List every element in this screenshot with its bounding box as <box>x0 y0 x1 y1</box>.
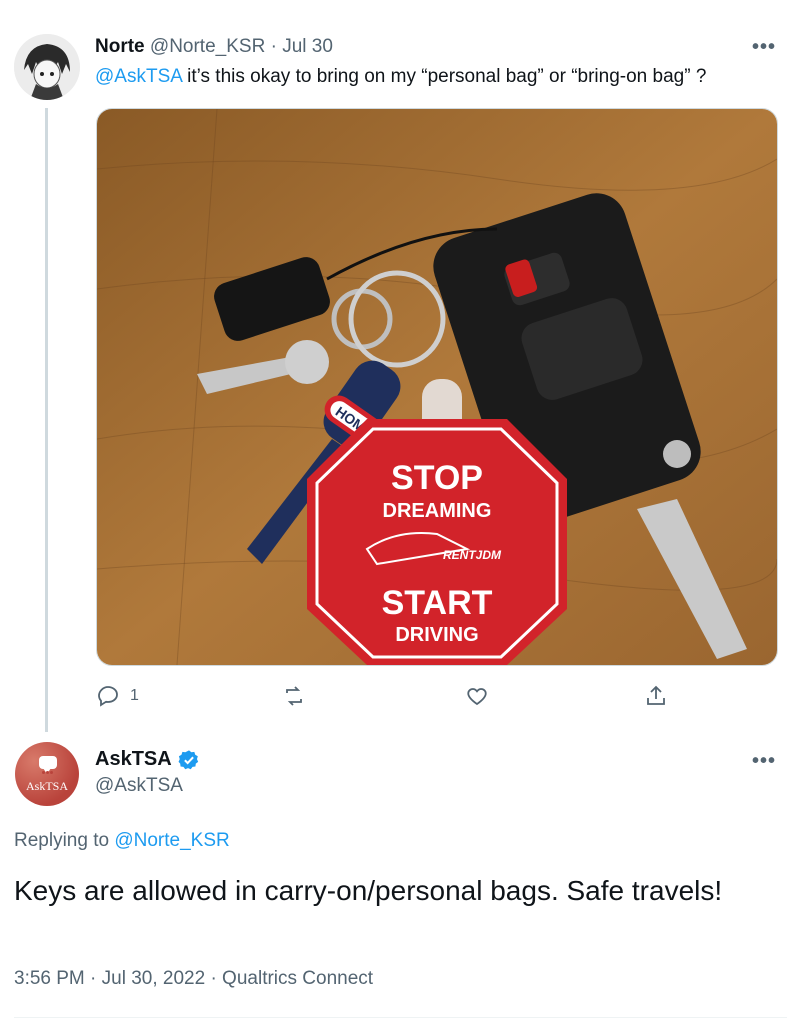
reply-text: Keys are allowed in carry-on/personal ba… <box>14 875 723 906</box>
stop-sign-keychain: STOP DREAMING RENTJDM START DRIVING <box>307 419 567 665</box>
thread-line <box>45 108 48 732</box>
reply-author: AskTSA <box>95 748 200 771</box>
author-avatar[interactable] <box>14 34 80 100</box>
retweet-button[interactable] <box>282 680 316 712</box>
divider <box>14 1017 787 1018</box>
replying-prefix: Replying to <box>14 830 115 851</box>
verified-badge-icon <box>178 749 198 769</box>
reply-icon <box>98 686 118 707</box>
asktsa-avatar[interactable]: AskTSA <box>15 742 79 806</box>
retweet-icon <box>286 686 302 706</box>
sign-brand: RENTJDM <box>443 548 502 562</box>
separator-dot: · <box>270 36 277 57</box>
author-name[interactable]: Norte <box>95 36 145 57</box>
share-icon <box>647 685 665 705</box>
sign-line-2: DREAMING <box>383 500 492 522</box>
sign-line-3: START <box>382 584 493 622</box>
reply-button[interactable]: 1 <box>96 680 139 712</box>
reply-timestamp[interactable]: 3:56 PM · Jul 30, 2022 · Qualtrics Conne… <box>14 968 373 990</box>
reply-more-options-button[interactable]: ••• <box>752 750 776 773</box>
replying-to: Replying to @Norte_KSR <box>14 830 230 852</box>
like-button[interactable] <box>465 680 499 712</box>
author-handle[interactable]: @Norte_KSR <box>150 36 265 57</box>
sign-line-1: STOP <box>391 459 483 497</box>
more-options-button[interactable]: ••• <box>752 36 776 59</box>
reply-author-name[interactable]: AskTSA <box>95 748 172 771</box>
tweet-body: it’s this okay to bring on my “personal … <box>181 66 707 87</box>
replying-to-link[interactable]: @Norte_KSR <box>114 830 229 851</box>
heart-icon <box>467 688 487 706</box>
tweet-text: @AskTSA it’s this okay to bring on my “p… <box>95 66 706 88</box>
mention-link[interactable]: @AskTSA <box>95 66 182 87</box>
tweet-header: Norte @Norte_KSR · Jul 30 <box>95 36 333 58</box>
tweet-photo[interactable]: HOME STOP DREAMING RENTJDM START DRIVING <box>96 108 778 666</box>
reply-author-handle[interactable]: @AskTSA <box>95 775 183 797</box>
reply-count: 1 <box>130 687 139 704</box>
avatar-label: AskTSA <box>25 779 68 793</box>
share-button[interactable] <box>644 680 678 712</box>
sign-line-4: DRIVING <box>395 624 478 646</box>
tweet-date[interactable]: Jul 30 <box>282 36 333 57</box>
